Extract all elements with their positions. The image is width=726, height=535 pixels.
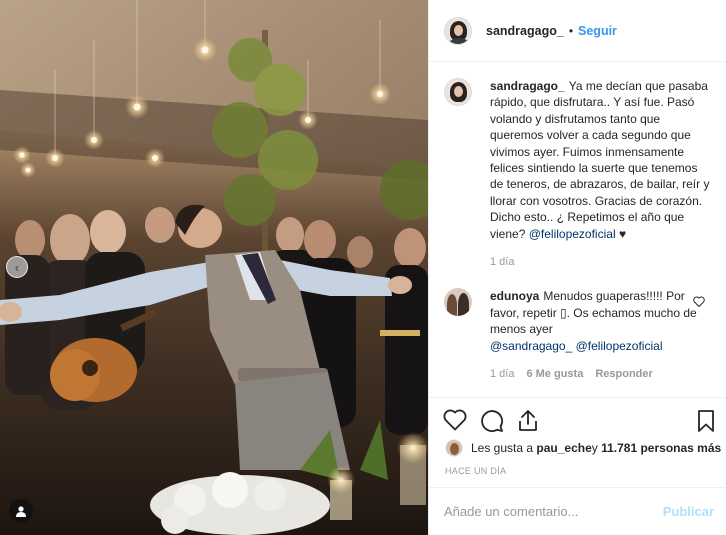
caption: sandragago_ Ya me decían que pasaba rápid… bbox=[444, 78, 713, 270]
reply-button[interactable]: Responder bbox=[595, 366, 652, 382]
likes-prefix: Les gusta a bbox=[471, 441, 534, 455]
comment-mention-2[interactable]: @felilopezoficial bbox=[576, 339, 663, 353]
comment-meta: 1 día 6 Me gusta Responder bbox=[490, 366, 705, 382]
comment-like-heart-icon[interactable] bbox=[693, 296, 705, 308]
follow-button[interactable]: Seguir bbox=[578, 24, 617, 38]
comment-body: edunoya Menudos guaperas!!!!! Por favor, … bbox=[490, 288, 705, 382]
add-comment-bar: Añade un comentario... Publicar bbox=[429, 487, 726, 535]
avatar[interactable] bbox=[444, 288, 472, 317]
avatar[interactable] bbox=[445, 439, 463, 457]
caption-age[interactable]: 1 día bbox=[490, 254, 514, 270]
share-icon[interactable] bbox=[517, 409, 539, 433]
caption-body: sandragago_ Ya me decían que pasaba rápid… bbox=[490, 78, 713, 270]
comment-username[interactable]: edunoya bbox=[490, 289, 539, 303]
comment-input[interactable]: Añade un comentario... bbox=[444, 504, 578, 519]
chevron-left-icon: ‹ bbox=[14, 259, 20, 275]
avatar[interactable] bbox=[444, 16, 472, 45]
comment-icon[interactable] bbox=[480, 409, 504, 433]
liker-username[interactable]: pau_eche bbox=[536, 441, 591, 455]
bookmark-icon[interactable] bbox=[697, 409, 715, 433]
avatar[interactable] bbox=[444, 78, 472, 106]
comment-item: edunoya Menudos guaperas!!!!! Por favor, … bbox=[444, 288, 713, 382]
comments-section[interactable]: sandragago_ Ya me decían que pasaba rápid… bbox=[429, 62, 726, 397]
wedding-photo bbox=[0, 0, 428, 535]
previous-photo-button[interactable]: ‹ bbox=[6, 256, 28, 278]
caption-mention[interactable]: @felilopezoficial bbox=[529, 227, 616, 241]
heart-emoji: ♥ bbox=[618, 226, 627, 241]
publish-button[interactable]: Publicar bbox=[663, 504, 714, 519]
caption-meta: 1 día bbox=[490, 254, 713, 270]
likes-middle: y bbox=[591, 441, 598, 455]
post-author-username[interactable]: sandragago_ bbox=[486, 24, 564, 38]
post-timestamp[interactable]: HACE UN DÍA bbox=[445, 466, 506, 476]
post-header: sandragago_ • Seguir bbox=[429, 0, 726, 62]
caption-username[interactable]: sandragago_ bbox=[490, 79, 565, 93]
separator-dot: • bbox=[568, 23, 574, 38]
comment-age[interactable]: 1 día bbox=[490, 366, 514, 382]
caption-text: Ya me decían que pasaba rápido, que disf… bbox=[490, 79, 710, 241]
user-tag-icon bbox=[16, 506, 26, 517]
heart-icon[interactable] bbox=[443, 409, 467, 431]
post-details-panel: sandragago_ • Seguir sandragago_ Ya me de… bbox=[428, 0, 726, 535]
action-bar bbox=[429, 397, 726, 441]
post-photo[interactable]: ‹ bbox=[0, 0, 428, 535]
likes-summary: Les gusta a pau_eche y 11.781 personas m… bbox=[445, 438, 721, 458]
comment-mention-1[interactable]: @sandragago_ bbox=[490, 339, 572, 353]
likes-count[interactable]: 11.781 personas más bbox=[601, 441, 721, 455]
user-tag-button[interactable] bbox=[9, 499, 33, 523]
comment-likes[interactable]: 6 Me gusta bbox=[526, 366, 583, 382]
